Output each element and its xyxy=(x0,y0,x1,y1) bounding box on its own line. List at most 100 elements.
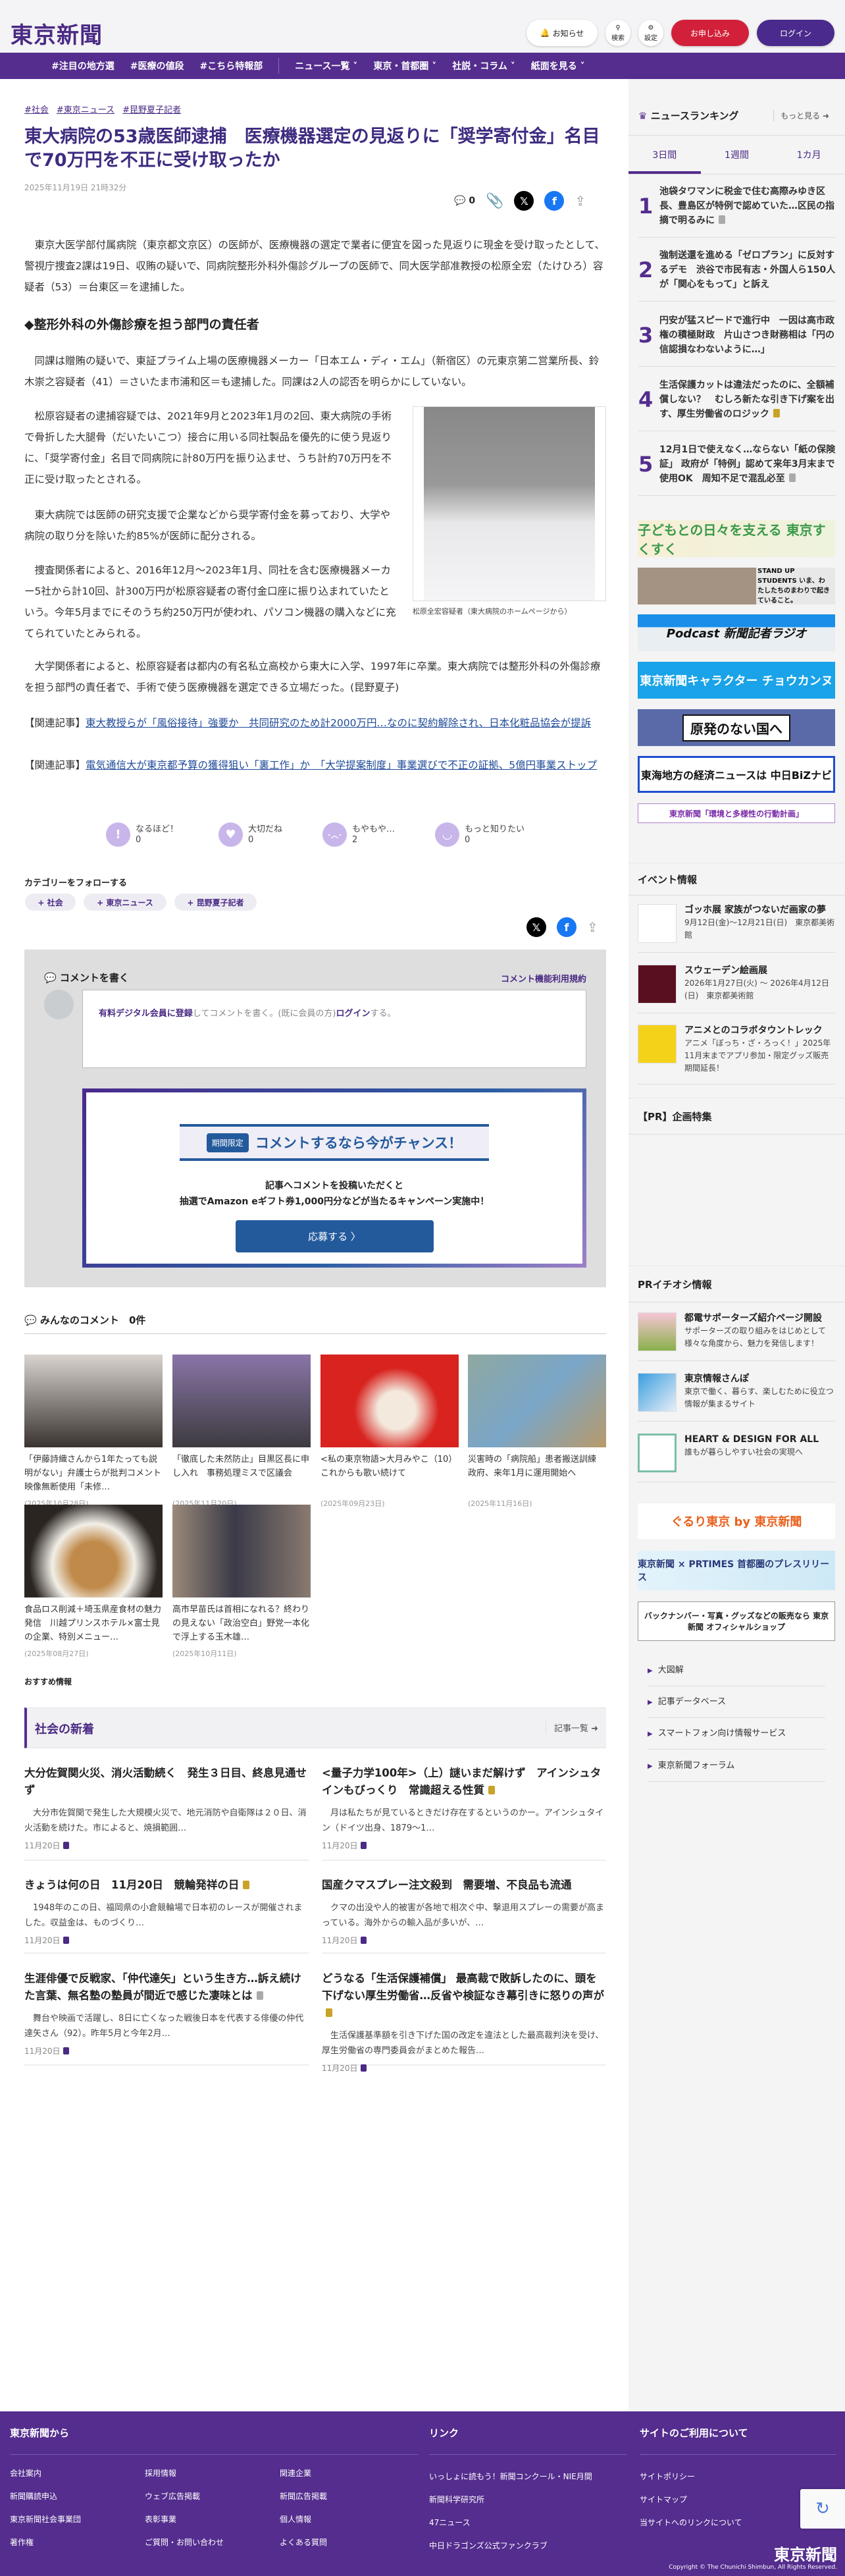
search-button[interactable]: ⚲ 検索 xyxy=(605,20,630,46)
news-item[interactable]: 国産クマスプレー注文殺到 需要増、不良品も流通 クマの出没や人的被害が各地で相次ぐ… xyxy=(322,1877,606,1954)
related-card[interactable]: 高市早苗氏は首相になれる？終わりの見えない「政治空白」野党一本化で浮上する玉木雄… xyxy=(172,1505,311,1659)
x-share-icon[interactable]: 𝕏 xyxy=(526,917,546,937)
nav-item-news-list[interactable]: ニュース一覧 ˅ xyxy=(295,59,357,72)
ranking-item[interactable]: 2 強制送還を進める「ゼロプラン」に反対するデモ 渋谷で市民有志・外国人ら150人… xyxy=(638,248,836,302)
settings-button[interactable]: ⚙ 設定 xyxy=(638,20,663,46)
banner-chunichi-biz[interactable]: 東海地方の経済ニュースは 中日BiZナビ xyxy=(638,756,835,793)
banner-chokanu[interactable]: 東京新聞キャラクター チョウカンヌ xyxy=(638,662,835,699)
facebook-share-icon[interactable]: f xyxy=(544,191,565,211)
footer-logo[interactable]: 東京新聞 xyxy=(774,2542,837,2565)
event-item[interactable]: スウェーデン絵画展 2026年1月27日(火) ～ 2026年4月12日(日) 東… xyxy=(638,965,835,1013)
news-item[interactable]: <量子力学100年>（上）謎いまだ解けず アインシュタインもびっくり 常識超える… xyxy=(322,1765,606,1861)
reaction-motto[interactable]: ◡ もっと知りたい 0 xyxy=(435,822,525,847)
related-link[interactable]: 東大教授らが「風俗接待」強要か 共同研究のため計2000万円…なのに契約解除され… xyxy=(86,717,591,729)
event-item[interactable]: ゴッホ展 家族がつないだ画家の夢 9月12日(金)～12月21日(日) 東京都美術… xyxy=(638,904,835,953)
related-card[interactable]: 食品ロス削減＋埼玉県産食材の魅力発信 川越プリンスホテル×富士見の企業、特別メニ… xyxy=(24,1505,163,1659)
footer-link[interactable]: ご質問・お問い合わせ xyxy=(145,2536,224,2548)
news-item[interactable]: 生涯俳優で反戦家、「仲代達矢」という生き方…訴え続けた言葉、無名塾の塾員が間近で… xyxy=(24,1970,309,2066)
related-card[interactable]: <私の東京物語>大月みやこ（10）これからも歌い続けて (2025年09月23日) xyxy=(320,1355,459,1509)
reaction-moyamoya[interactable]: ･︿･ もやもや… 2 xyxy=(322,822,395,847)
pr-item[interactable]: 都電サポーターズ紹介ページ開設 サポーターズの取り組みをはじめとして様々な角度から… xyxy=(638,1312,835,1361)
share-icon[interactable]: ⇪ xyxy=(575,193,586,209)
news-item[interactable]: 大分佐賀関火災、消火活動続く 発生３日目、終息見通せず 大分市佐賀関で発生した大規… xyxy=(24,1765,309,1861)
facebook-share-icon[interactable]: f xyxy=(557,917,576,937)
tab-3days[interactable]: 3日間 xyxy=(628,136,701,174)
pr-item[interactable]: 東京情報さんぽ 東京で働く、暮らす、楽しむために役立つ情報が集まるサイト xyxy=(638,1373,835,1422)
nav-item-editorial[interactable]: 社説・コラム ˅ xyxy=(452,59,515,72)
footer-link[interactable]: 個人情報 xyxy=(280,2513,311,2525)
subscribe-button[interactable]: お申し込み xyxy=(671,20,749,46)
comment-terms-link[interactable]: コメント機能利用規約 xyxy=(501,972,586,984)
footer-link[interactable]: 関連企業 xyxy=(280,2467,311,2479)
nav-item-local-elections[interactable]: #注目の地方選 xyxy=(51,59,115,72)
news-item[interactable]: きょうは何の日 11月20日 競輪発祥の日 1948年のこの日、福岡県の小倉競輪場… xyxy=(24,1877,309,1954)
footer-link[interactable]: 新聞広告掲載 xyxy=(280,2490,327,2502)
site-logo[interactable]: 東京新聞 xyxy=(11,17,103,49)
tab-1week[interactable]: 1週間 xyxy=(701,136,773,174)
nav-item-tokuhou[interactable]: #こちら特報部 xyxy=(199,59,263,72)
login-link[interactable]: ログイン xyxy=(336,1009,371,1019)
related-link[interactable]: 電気通信大が東京都予算の獲得狙い「裏工作」か 「大学提案制度」事業選びで不正の証… xyxy=(86,759,597,771)
register-link[interactable]: 有料デジタル会員に登録 xyxy=(99,1009,193,1019)
article-list-link[interactable]: 記事一覧 ➜ xyxy=(545,1721,598,1734)
footer-link[interactable]: ウェブ広告掲載 xyxy=(145,2490,200,2502)
ranking-more-link[interactable]: もっと見る ➜ xyxy=(773,110,829,121)
sidebar-link-forum[interactable]: 東京新聞フォーラム xyxy=(648,1750,825,1782)
clip-icon[interactable]: 📎 xyxy=(486,193,503,209)
nav-item-tokyo[interactable]: 東京・首都圏 ˅ xyxy=(373,59,436,72)
related-card[interactable]: 「徹底した未然防止」目黒区長に申し入れ 事務処理ミスで区議会 (2025年11月2… xyxy=(172,1355,311,1509)
footer-link[interactable]: 47ニュース xyxy=(429,2517,471,2528)
login-button[interactable]: ログイン xyxy=(757,20,834,46)
pr-item[interactable]: HEART & DESIGN FOR ALL 誰もが暮らしやすい社会の実現へ xyxy=(638,1434,835,1482)
footer-link[interactable]: 東京新聞社会事業団 xyxy=(10,2513,81,2525)
footer-link[interactable]: 当サイトへのリンクについて xyxy=(640,2517,742,2528)
follow-chip-tokyo-news[interactable]: + 東京ニュース xyxy=(84,894,166,911)
article-photo[interactable] xyxy=(413,406,606,601)
footer-link[interactable]: 新聞科学研究所 xyxy=(429,2494,484,2505)
ranking-item[interactable]: 5 12月1日で使えなく…ならない「紙の保険証」 政府が「特例」認めて来年3月末ま… xyxy=(638,443,836,496)
banner-tokyo-sukusuku[interactable]: 子どもとの日々を支える 東京すくすく xyxy=(638,520,835,557)
related-card[interactable]: 「伊藤詩織さんから1年たっても説明がない」弁護士らが批判コメント 映像無断使用「… xyxy=(24,1355,163,1509)
nav-item-paper[interactable]: 紙面を見る ˅ xyxy=(531,59,585,72)
sidebar-link-database[interactable]: 記事データベース xyxy=(648,1686,825,1718)
banner-gururi-tokyo[interactable]: ぐるり東京 by 東京新聞 xyxy=(638,1503,835,1539)
footer-link[interactable]: 表彰事業 xyxy=(145,2513,176,2525)
related-card[interactable]: 災害時の「病院船」患者搬送訓練 政府、来年1月に運用開始へ (2025年11月16… xyxy=(468,1355,606,1509)
reaction-taisetsu[interactable]: ♥ 大切だね 0 xyxy=(218,822,282,847)
footer-link[interactable]: 会社案内 xyxy=(10,2467,41,2479)
event-item[interactable]: アニメとのコラボタウントレック アニメ「ぼっち・ざ・ろっく！」2025年11月末ま… xyxy=(638,1025,835,1085)
tag-link[interactable]: #社会 xyxy=(24,103,49,115)
recaptcha-badge[interactable]: ↻ xyxy=(800,2489,845,2529)
footer-link[interactable]: サイトマップ xyxy=(640,2494,687,2505)
sidebar-link-daizukai[interactable]: 大図解 xyxy=(648,1655,825,1686)
banner-podcast[interactable]: Podcast 新聞記者ラジオ xyxy=(638,614,835,651)
banner-stand-up-students[interactable]: STAND UP STUDENTS いま、わたしたちのまわりで起きていること。 xyxy=(638,568,835,604)
tab-1month[interactable]: 1カ月 xyxy=(773,136,845,174)
reaction-naruhodo[interactable]: ! なるほど！ 0 xyxy=(106,822,178,847)
share-icon[interactable]: ⇪ xyxy=(587,919,598,935)
comment-count-button[interactable]: 💬 0 xyxy=(454,196,475,206)
notice-button[interactable]: 🔔 お知らせ xyxy=(526,20,598,46)
comment-input[interactable]: 有料デジタル会員に登録してコメントを書く。(既に会員の方)ログインする。 xyxy=(82,990,586,1068)
news-item[interactable]: どうなる「生活保護補償」 最高裁で敗訴したのに、頭を下げない厚生労働省…反省や検… xyxy=(322,1970,606,2073)
tag-link[interactable]: #昆野夏子記者 xyxy=(122,103,181,115)
banner-environment-diversity[interactable]: 東京新聞「環境と多様性の行動計画」 xyxy=(638,803,835,823)
footer-link[interactable]: いっしょに読もう！新聞コンクール・NIE月間 xyxy=(429,2471,592,2482)
sidebar-link-smartphone[interactable]: スマートフォン向け情報サービス xyxy=(648,1718,825,1750)
follow-chip-reporter[interactable]: + 昆野夏子記者 xyxy=(174,894,257,911)
ranking-item[interactable]: 1 池袋タワマンに税金で住む高際みゆき区長、豊島区が特例で認めていた…区民の指摘で… xyxy=(638,184,836,238)
tag-link[interactable]: #東京ニュース xyxy=(57,103,115,115)
footer-link[interactable]: サイトポリシー xyxy=(640,2471,695,2482)
apply-button[interactable]: 応募する 〉 xyxy=(235,1220,434,1252)
footer-link[interactable]: 著作権 xyxy=(10,2536,34,2548)
follow-chip-society[interactable]: + 社会 xyxy=(25,894,76,911)
x-share-icon[interactable]: 𝕏 xyxy=(514,191,534,211)
nav-item-medical-cost[interactable]: #医療の値段 xyxy=(130,59,184,72)
ranking-item[interactable]: 3 円安が猛スピードで進行中 一因は高市政権の積極財政 片山さつき財務相は「円の信… xyxy=(638,313,836,367)
footer-link[interactable]: 採用情報 xyxy=(145,2467,176,2479)
banner-nuclear-free[interactable]: 原発のない国へ xyxy=(638,709,835,746)
footer-link[interactable]: 中日ドラゴンズ公式ファンクラブ xyxy=(429,2540,548,2551)
banner-official-shop[interactable]: バックナンバー・写真・グッズなどの販売なら 東京新聞 オフィシャルショップ xyxy=(638,1601,835,1641)
banner-prtimes[interactable]: 東京新聞 × PRTIMES 首都圏のプレスリリース xyxy=(638,1551,835,1590)
footer-link[interactable]: 新聞購読申込 xyxy=(10,2490,57,2502)
